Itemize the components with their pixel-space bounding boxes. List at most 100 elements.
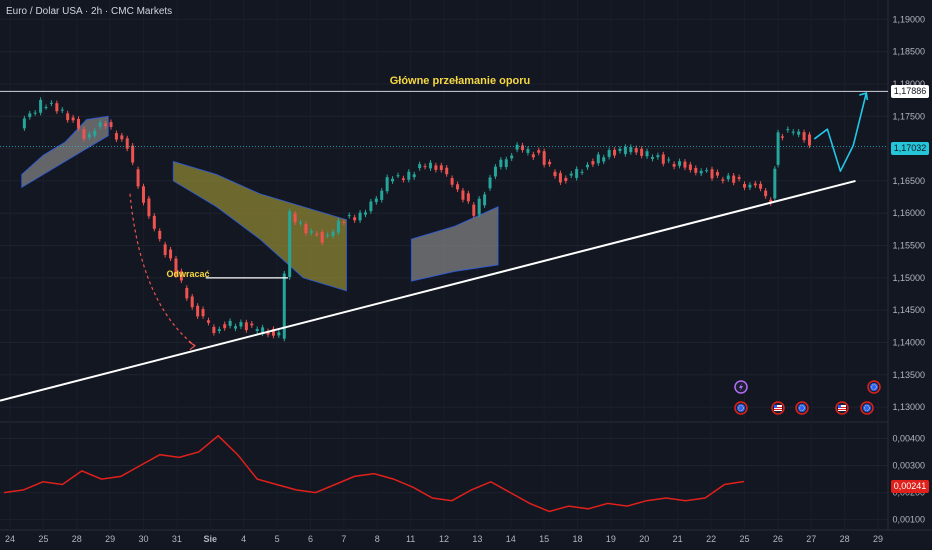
candle[interactable]: [190, 296, 194, 308]
candle[interactable]: [407, 171, 411, 180]
candle[interactable]: [526, 149, 530, 153]
candle[interactable]: [807, 134, 811, 146]
candle[interactable]: [120, 135, 124, 140]
candle[interactable]: [304, 224, 308, 234]
candle[interactable]: [239, 322, 243, 327]
candle[interactable]: [423, 166, 427, 168]
candle[interactable]: [439, 165, 443, 170]
candle[interactable]: [553, 171, 557, 177]
candle[interactable]: [152, 215, 156, 229]
candle[interactable]: [44, 107, 48, 109]
candle[interactable]: [483, 194, 487, 206]
candle[interactable]: [688, 164, 692, 170]
candle[interactable]: [743, 183, 747, 188]
candle[interactable]: [721, 179, 725, 181]
candle[interactable]: [55, 103, 59, 112]
candle[interactable]: [358, 212, 362, 221]
chart-area[interactable]: 1,190001,185001,180001,175001,170001,165…: [0, 0, 932, 550]
candle[interactable]: [223, 324, 227, 329]
candle[interactable]: [169, 249, 173, 259]
candle[interactable]: [797, 131, 801, 135]
candle[interactable]: [158, 230, 162, 239]
candle[interactable]: [299, 222, 303, 224]
candle[interactable]: [683, 161, 687, 168]
candle[interactable]: [776, 132, 780, 165]
candle[interactable]: [585, 164, 589, 168]
candle[interactable]: [141, 186, 145, 203]
candle[interactable]: [667, 159, 671, 161]
lightning-event-icon[interactable]: [734, 380, 748, 394]
candle[interactable]: [374, 198, 378, 203]
candle[interactable]: [569, 173, 573, 176]
candle[interactable]: [531, 154, 535, 158]
candle[interactable]: [542, 151, 546, 165]
eu-flag-icon[interactable]: [860, 401, 874, 415]
candle[interactable]: [28, 113, 32, 118]
candle[interactable]: [293, 213, 297, 223]
candle[interactable]: [288, 211, 292, 278]
candle[interactable]: [196, 305, 200, 317]
candle[interactable]: [401, 178, 405, 180]
candle[interactable]: [49, 102, 53, 104]
candle[interactable]: [71, 117, 75, 121]
candle[interactable]: [385, 177, 389, 192]
candle[interactable]: [336, 220, 340, 233]
candle[interactable]: [131, 145, 135, 163]
candle[interactable]: [201, 309, 205, 317]
candle[interactable]: [217, 329, 221, 331]
candle[interactable]: [802, 132, 806, 141]
candle[interactable]: [185, 287, 189, 299]
candle[interactable]: [309, 230, 313, 233]
candle[interactable]: [575, 168, 579, 178]
us-flag-icon[interactable]: [835, 401, 849, 415]
candle[interactable]: [434, 165, 438, 170]
candle[interactable]: [488, 177, 492, 189]
candle[interactable]: [705, 170, 709, 172]
candle[interactable]: [753, 183, 757, 186]
candle[interactable]: [244, 322, 248, 331]
candle[interactable]: [618, 148, 622, 152]
candle[interactable]: [607, 150, 611, 157]
candle[interactable]: [82, 129, 86, 139]
candle[interactable]: [125, 138, 129, 149]
candle[interactable]: [77, 118, 81, 129]
candle[interactable]: [726, 175, 730, 180]
candle[interactable]: [39, 99, 43, 113]
candle[interactable]: [98, 122, 102, 127]
candle[interactable]: [450, 178, 454, 185]
candle[interactable]: [228, 320, 232, 326]
candle[interactable]: [418, 164, 422, 169]
candle[interactable]: [786, 129, 790, 131]
candle[interactable]: [580, 171, 584, 173]
candle[interactable]: [277, 332, 281, 336]
candle[interactable]: [114, 133, 118, 140]
candle[interactable]: [331, 231, 335, 236]
candle[interactable]: [93, 130, 97, 136]
candle[interactable]: [499, 159, 503, 167]
candle[interactable]: [591, 161, 595, 165]
candle[interactable]: [363, 212, 367, 215]
candle[interactable]: [255, 329, 259, 331]
candle[interactable]: [748, 184, 752, 188]
candle[interactable]: [558, 173, 562, 183]
candle[interactable]: [380, 190, 384, 200]
candle[interactable]: [109, 122, 113, 127]
candle[interactable]: [342, 221, 346, 223]
candle[interactable]: [412, 174, 416, 178]
candle[interactable]: [428, 162, 432, 169]
candle[interactable]: [477, 198, 481, 215]
candle[interactable]: [320, 232, 324, 243]
candle[interactable]: [678, 161, 682, 166]
candle[interactable]: [315, 233, 319, 235]
candle[interactable]: [780, 136, 784, 138]
candle[interactable]: [564, 177, 568, 182]
candle[interactable]: [699, 170, 703, 174]
candle[interactable]: [461, 190, 465, 200]
candle[interactable]: [645, 151, 649, 157]
candle[interactable]: [650, 156, 654, 159]
candle[interactable]: [234, 326, 238, 329]
us-flag-icon[interactable]: [771, 401, 785, 415]
candle[interactable]: [510, 155, 514, 159]
candle[interactable]: [791, 131, 795, 133]
candle[interactable]: [672, 163, 676, 167]
